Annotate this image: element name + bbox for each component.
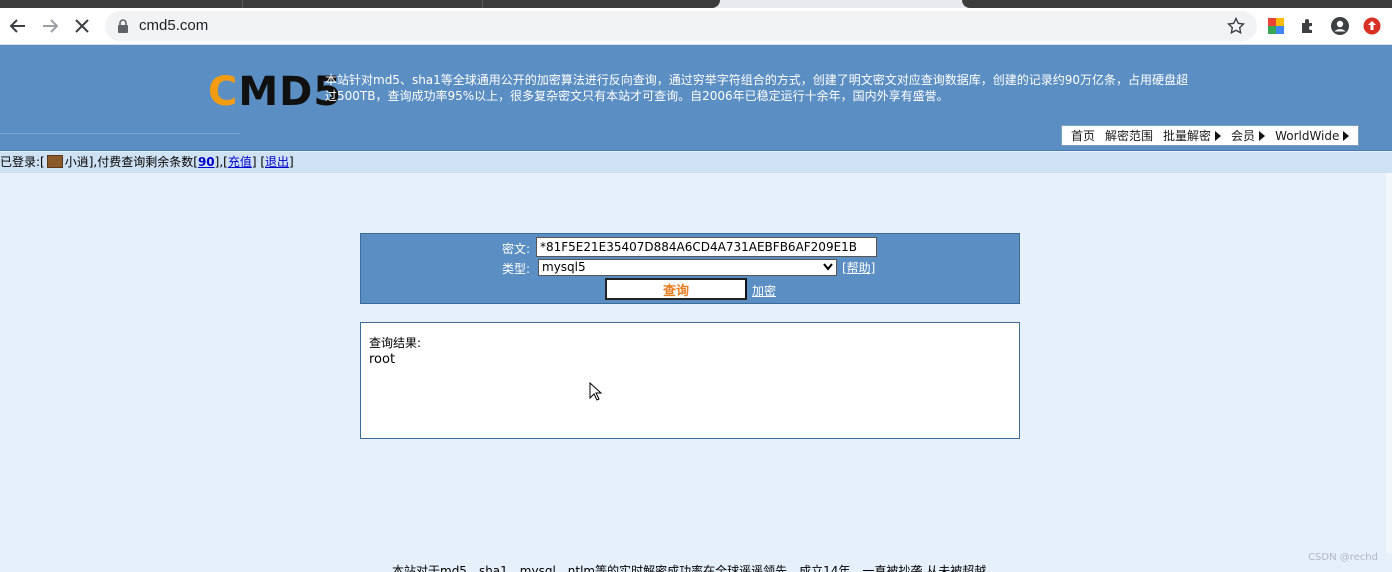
mouse-pointer-icon (589, 382, 603, 401)
result-panel: 查询结果: root (360, 322, 1020, 439)
puzzle-icon (1302, 19, 1312, 33)
update-arrow-icon (1363, 17, 1381, 35)
watermark: CSDN @rechd (1308, 552, 1378, 563)
site-intro: 本站针对md5、sha1等全球通用公开的加密算法进行反向查询，通过穷举字符组合的… (325, 73, 1189, 103)
remaining-count-link[interactable]: 90 (198, 155, 215, 169)
site-header: CMD5 本站针对md5、sha1等全球通用公开的加密算法进行反向查询，通过穷举… (0, 45, 1392, 151)
menu-item-worldwide[interactable]: WorldWide (1270, 129, 1354, 143)
background-tab[interactable] (962, 0, 1392, 8)
menu-item-member[interactable]: 会员 (1226, 127, 1270, 144)
forward-button[interactable] (36, 12, 64, 40)
user-avatar (46, 155, 63, 168)
logout-link[interactable]: 退出 (265, 155, 289, 169)
help-link[interactable]: [帮助] (842, 259, 875, 276)
tab-strip (0, 0, 1392, 8)
result-title: 查询结果: (369, 336, 422, 350)
result-value: root (369, 352, 396, 367)
arrow-right-icon (43, 19, 59, 33)
query-panel: 密文: *81F5E21E35407D884A6CD4A731AEBFB6AF2… (360, 233, 1020, 304)
menu-item-scope[interactable]: 解密范围 (1100, 127, 1158, 144)
url-text: cmd5.com (139, 17, 209, 34)
username: 小逍 (64, 155, 89, 169)
submenu-arrow-icon (1259, 130, 1266, 141)
submenu-arrow-icon (1215, 130, 1222, 141)
recharge-link[interactable]: 充值 (228, 155, 252, 169)
browser-toolbar: cmd5.com (0, 8, 1392, 45)
background-tab[interactable] (0, 0, 720, 8)
menu-item-batch[interactable]: 批量解密 (1158, 127, 1226, 144)
extension-button[interactable] (1264, 14, 1288, 38)
hash-type-select[interactable]: mysql5 (538, 259, 837, 276)
arrow-left-icon (9, 19, 25, 33)
cipher-label: 密文: (502, 242, 531, 256)
back-button[interactable] (4, 12, 32, 40)
address-bar[interactable]: cmd5.com (105, 11, 1257, 41)
chevron-down-icon (823, 263, 833, 271)
tab-separator (242, 0, 243, 8)
close-icon (75, 19, 89, 33)
update-button[interactable] (1360, 14, 1384, 38)
profile-button[interactable] (1328, 14, 1352, 38)
type-label: 类型: (502, 262, 531, 276)
cipher-input[interactable]: *81F5E21E35407D884A6CD4A731AEBFB6AF209E1… (536, 237, 877, 257)
submenu-arrow-icon (1343, 130, 1350, 141)
lock-icon (118, 19, 128, 33)
bookmark-star-icon[interactable] (1227, 17, 1245, 35)
login-status-bar: 已登录:[小逍],付费查询剩余条数[90],[充值] [退出] (0, 152, 1392, 173)
scrollbar-track[interactable] (1386, 173, 1392, 553)
colorful-extension-icon (1268, 18, 1284, 34)
account-circle-icon (1331, 17, 1349, 35)
tab-separator (482, 0, 483, 8)
menu-item-home[interactable]: 首页 (1066, 127, 1100, 144)
footer-text: 本站对于md5、sha1、mysql、ntlm等的实时解密成功率在全球遥遥领先，… (392, 564, 987, 572)
header-divider (0, 133, 240, 134)
stop-loading-button[interactable] (68, 12, 96, 40)
extensions-button[interactable] (1296, 14, 1320, 38)
encrypt-link[interactable]: 加密 (752, 282, 776, 299)
site-logo[interactable]: CMD5 (208, 70, 342, 114)
query-submit-button[interactable]: 查询 (605, 278, 747, 300)
top-menu: 首页 解密范围 批量解密 会员 WorldWide (1061, 125, 1360, 146)
